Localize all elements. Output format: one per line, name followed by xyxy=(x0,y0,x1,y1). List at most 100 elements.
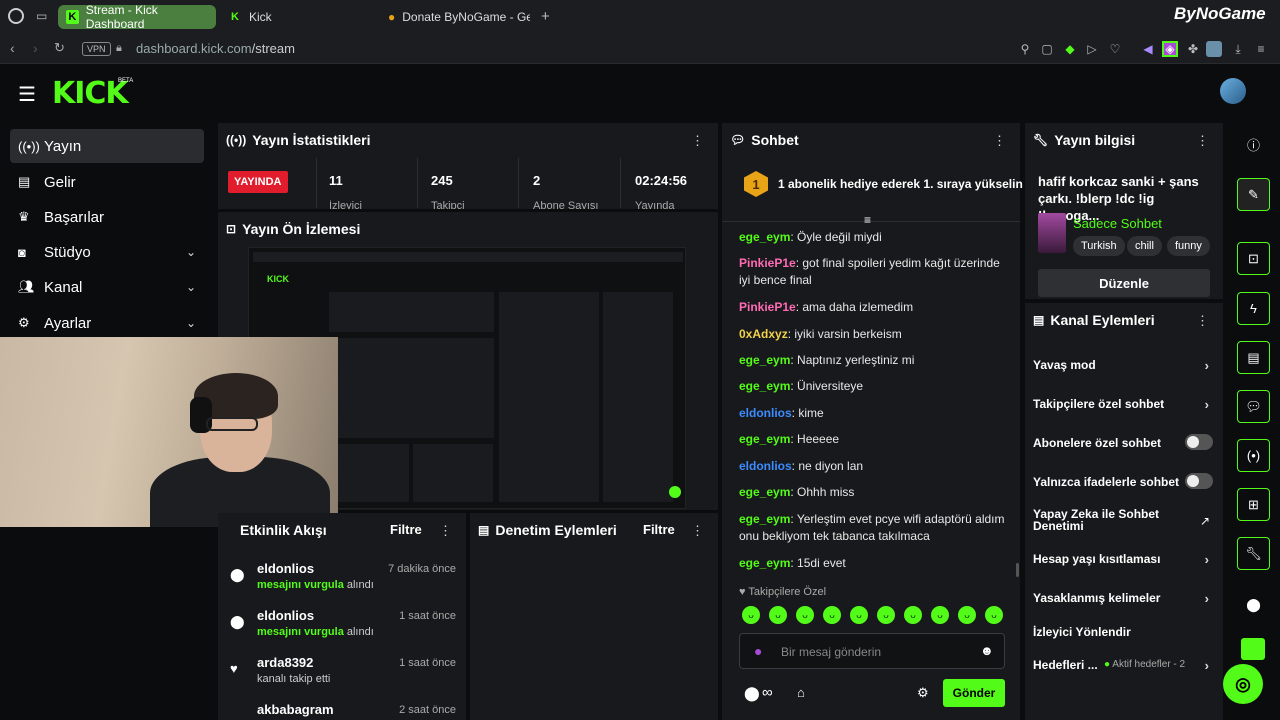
chat-username[interactable]: ege_eym xyxy=(739,512,790,526)
sidebar-item-kanal[interactable]: 👥︎ Kanal ⌄ xyxy=(10,270,204,304)
emote-icon[interactable]: ᴗ xyxy=(742,606,760,624)
external-link-icon[interactable]: ↗ xyxy=(1200,514,1210,528)
emote-icon[interactable]: ᴗ xyxy=(958,606,976,624)
url-field[interactable]: dashboard.kick.com/stream xyxy=(136,41,295,56)
download-icon[interactable]: ⤓ xyxy=(1230,41,1246,57)
speaker-icon[interactable]: ◀ xyxy=(1140,41,1156,57)
document-toggle-icon[interactable]: ▤ xyxy=(1237,341,1270,374)
vpn-badge[interactable]: VPN xyxy=(82,42,111,56)
sidebar-item-studyo[interactable]: ◙ Stüdyo ⌄ xyxy=(10,235,204,269)
chat-username[interactable]: ege_eym xyxy=(739,230,790,244)
more-options-icon[interactable]: ⋮ xyxy=(1196,133,1209,149)
action-emotes-only[interactable]: Yalnızca ifadelerle sohbet xyxy=(1033,473,1213,489)
chat-settings-icon[interactable]: ⚙ xyxy=(917,685,929,701)
chat-username[interactable]: ege_eym xyxy=(739,379,790,393)
opera-logo-icon[interactable] xyxy=(8,8,24,24)
action-ai-moderation[interactable]: Yapay Zeka ile Sohbet Denetimi xyxy=(1033,508,1173,532)
chat-username[interactable]: eldonlios xyxy=(739,406,792,420)
emotes-only-toggle[interactable] xyxy=(1185,473,1213,489)
filter-button[interactable]: Filtre xyxy=(643,522,675,537)
forward-icon[interactable]: › xyxy=(33,40,38,56)
kick-logo[interactable]: KICK xyxy=(52,76,129,111)
tab-stream-dashboard[interactable]: K Stream - Kick Dashboard xyxy=(58,3,216,31)
emote-icon[interactable]: ᴗ xyxy=(985,606,1003,624)
action-subscribers-only[interactable]: Abonelere özel sohbet xyxy=(1033,434,1213,450)
chat-username[interactable]: eldonlios xyxy=(739,459,792,473)
category-name[interactable]: Sadece Sohbet xyxy=(1073,216,1162,231)
store-icon[interactable]: ⌂ xyxy=(797,685,805,700)
pencil-icon[interactable]: ✎ xyxy=(1237,178,1270,211)
sidebar-item-ayarlar[interactable]: ⚙ Ayarlar ⌄ xyxy=(10,306,204,340)
chat-username[interactable]: PinkieP1e xyxy=(739,256,796,270)
reload-icon[interactable]: ↻ xyxy=(54,40,65,56)
preview-toggle-icon[interactable]: ⊡ xyxy=(1237,242,1270,275)
chat-input[interactable]: ● Bir mesaj gönderin ☻ xyxy=(739,633,1005,669)
tag-turkish[interactable]: Turkish xyxy=(1073,236,1125,256)
tab-donate[interactable]: ● Donate ByNoGame - Gele xyxy=(380,5,530,29)
more-options-icon[interactable]: ⋮ xyxy=(1196,313,1209,329)
more-options-icon[interactable]: ⋮ xyxy=(691,133,704,149)
chat-username[interactable]: 0xAdxyz xyxy=(739,327,788,341)
subscribers-only-toggle[interactable] xyxy=(1185,434,1213,450)
back-icon[interactable]: ‹ xyxy=(10,40,15,56)
action-banned-words[interactable]: Yasaklanmış kelimeler › xyxy=(1033,591,1213,606)
lightning-icon[interactable]: ϟ xyxy=(1237,292,1270,325)
users-toggle-icon[interactable]: ⊞ xyxy=(1237,488,1270,521)
extension-active-icon[interactable]: ◈ xyxy=(1162,41,1178,57)
emote-icon[interactable]: ᴗ xyxy=(931,606,949,624)
gamepad-icon[interactable]: ▭ xyxy=(36,9,47,23)
edit-button[interactable]: Düzenle xyxy=(1038,269,1210,297)
profile-icon[interactable] xyxy=(1206,41,1222,57)
sidebar-item-gelir[interactable]: ▤ Gelir xyxy=(10,165,204,199)
tag-funny[interactable]: funny xyxy=(1167,236,1210,256)
more-options-icon[interactable]: ⋮ xyxy=(691,523,704,539)
microphone-icon[interactable]: ● xyxy=(754,643,762,659)
action-account-age[interactable]: Hesap yaşı kısıtlaması › xyxy=(1033,552,1213,567)
action-slow-mode[interactable]: Yavaş mod › xyxy=(1033,358,1213,373)
chat-scrollbar[interactable] xyxy=(1016,563,1019,577)
emote-icon[interactable]: ᴗ xyxy=(796,606,814,624)
more-options-icon[interactable]: ⋮ xyxy=(439,523,452,539)
tab-kick[interactable]: K Kick xyxy=(220,5,370,29)
tag-chill[interactable]: chill xyxy=(1127,236,1162,256)
document-icon: ▤ xyxy=(478,523,490,537)
emote-icon[interactable]: ᴗ xyxy=(769,606,787,624)
emote-icon[interactable]: ᴗ xyxy=(904,606,922,624)
extension-toggle-icon[interactable] xyxy=(1241,638,1265,660)
chat-username[interactable]: ege_eym xyxy=(739,432,790,446)
help-headset-icon[interactable]: ◎ xyxy=(1223,664,1263,704)
emoji-icon[interactable]: ☻ xyxy=(980,643,994,658)
puzzle-icon[interactable]: ✤ xyxy=(1185,41,1201,57)
play-icon[interactable]: ▷ xyxy=(1084,41,1100,57)
screenshot-icon[interactable]: ▢ xyxy=(1039,41,1055,57)
pin-icon[interactable]: ⚲ xyxy=(1017,41,1033,57)
pinned-gift-banner[interactable]: 1 1 abonelik hediye ederek 1. sıraya yük… xyxy=(744,171,1023,197)
hamburger-menu-icon[interactable]: ☰ xyxy=(18,82,36,107)
action-raid[interactable]: İzleyici Yönlendir xyxy=(1033,625,1213,639)
new-tab-button[interactable]: + xyxy=(541,8,550,25)
filter-button[interactable]: Filtre xyxy=(390,522,422,537)
wrench-toggle-icon[interactable]: 🔧︎ xyxy=(1237,537,1270,570)
shield-icon[interactable]: ◆ xyxy=(1062,41,1078,57)
menu-icon[interactable]: ≡ xyxy=(1253,41,1269,57)
heart-icon[interactable]: ♡ xyxy=(1107,41,1123,57)
sidebar-item-basarilar[interactable]: ♛ Başarılar xyxy=(10,200,204,234)
emote-icon[interactable]: ᴗ xyxy=(823,606,841,624)
chat-username[interactable]: ege_eym xyxy=(739,556,790,570)
action-followers-only[interactable]: Takipçilere özel sohbet › xyxy=(1033,397,1213,412)
scroll-down-icon[interactable]: ≡ xyxy=(864,213,871,227)
sidebar-item-yayin[interactable]: ((•)) Yayın xyxy=(10,129,204,163)
chat-username[interactable]: PinkieP1e xyxy=(739,300,796,314)
chat-username[interactable]: ege_eym xyxy=(739,485,790,499)
user-avatar[interactable] xyxy=(1220,78,1246,104)
send-button[interactable]: Gönder xyxy=(943,679,1005,707)
info-icon[interactable]: ⓘ xyxy=(1237,128,1270,161)
chat-username[interactable]: ege_eym xyxy=(739,353,790,367)
broadcast-toggle-icon[interactable]: (•) xyxy=(1237,439,1270,472)
kick-coins-icon[interactable]: ⬤ xyxy=(744,685,760,702)
emote-icon[interactable]: ᴗ xyxy=(850,606,868,624)
coins-icon[interactable]: ⬤ xyxy=(1237,588,1270,621)
more-options-icon[interactable]: ⋮ xyxy=(993,133,1006,149)
emote-icon[interactable]: ᴗ xyxy=(877,606,895,624)
chat-toggle-icon[interactable]: 💬︎ xyxy=(1237,390,1270,423)
